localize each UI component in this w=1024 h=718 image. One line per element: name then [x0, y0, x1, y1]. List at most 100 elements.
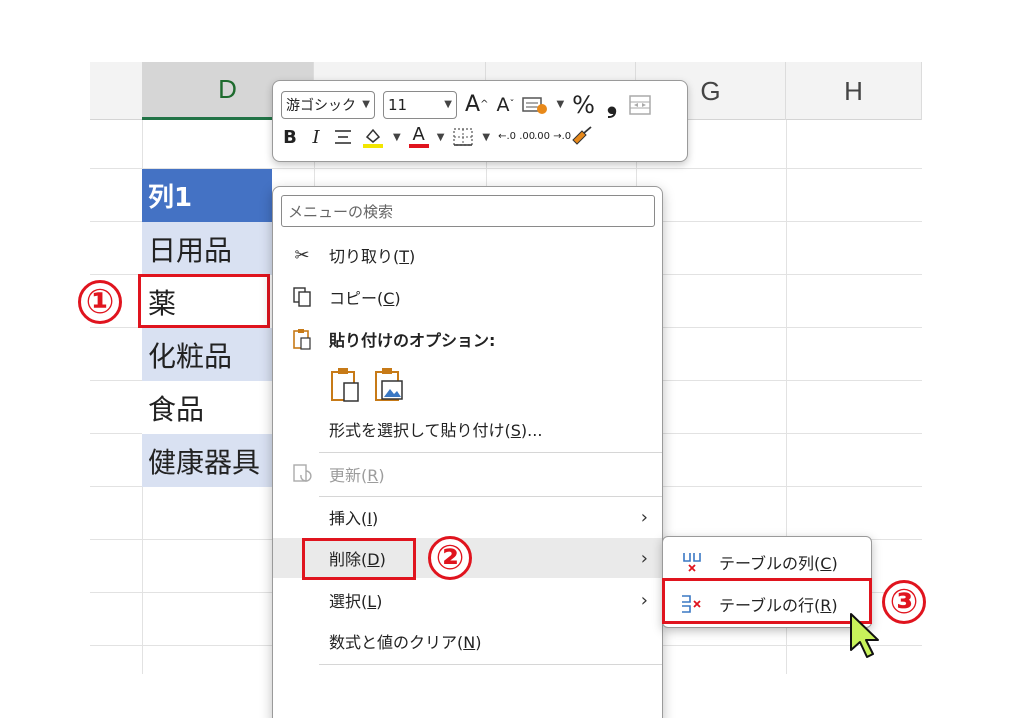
menu-item-label-tail: )...: [520, 421, 543, 440]
menu-item-label-tail: ): [475, 633, 482, 652]
menu-item-label: 更新(: [329, 466, 368, 485]
mouse-cursor-icon: [848, 612, 888, 664]
menu-item-label: 数式と値のクリア(: [329, 633, 464, 652]
chevron-right-icon: ›: [640, 547, 648, 569]
scissors-icon: ✂: [294, 244, 310, 266]
italic-button[interactable]: I: [307, 127, 325, 148]
shrink-font-button[interactable]: Aˇ: [496, 94, 514, 116]
font-size-value: 11: [388, 95, 408, 114]
chevron-down-icon: ▼: [362, 99, 370, 110]
number-format-icon: [522, 96, 548, 114]
format-painter-button[interactable]: [570, 126, 594, 148]
menu-item-select[interactable]: 選択(L) ›: [273, 580, 662, 620]
menu-search-input[interactable]: メニューの検索: [281, 195, 655, 227]
format-painter-icon: [572, 126, 592, 145]
shrink-font-icon: A: [496, 93, 510, 116]
borders-icon: [453, 128, 474, 146]
fill-color-button[interactable]: [361, 125, 385, 149]
callout-number-1: ①: [78, 280, 122, 324]
percent-style-button[interactable]: %: [572, 91, 595, 119]
callout-box-3: [662, 578, 872, 624]
menu-separator: [319, 664, 662, 665]
font-name-value: 游ゴシック: [286, 97, 356, 114]
menu-item-paste-special[interactable]: 形式を選択して貼り付け(S)...: [273, 409, 662, 449]
font-color-button[interactable]: A: [408, 124, 429, 148]
font-color-swatch: [408, 144, 429, 148]
menu-item-insert[interactable]: 挿入(I) ›: [273, 497, 662, 537]
submenu-item-accelerator: C: [820, 554, 832, 573]
submenu-item-table-columns[interactable]: テーブルの列(C): [663, 543, 871, 581]
chevron-down-icon[interactable]: ▼: [437, 132, 445, 143]
menu-item-label: 挿入(: [329, 509, 368, 528]
menu-item-label-tail: ): [376, 592, 383, 611]
grow-font-button[interactable]: A ^: [465, 92, 488, 117]
submenu-item-label-tail: ): [831, 554, 838, 573]
comma-style-button[interactable]: ❟: [603, 89, 621, 120]
menu-item-refresh: 更新(R): [273, 454, 662, 494]
callout-box-2: [302, 538, 416, 580]
paste-icon: [331, 368, 359, 402]
menu-item-paste-options-header: 貼り付けのオプション:: [273, 319, 662, 359]
chevron-down-icon[interactable]: ▼: [393, 132, 401, 143]
delete-table-column-icon: [679, 550, 705, 574]
menu-item-label-tail: ): [394, 289, 401, 308]
table-cell[interactable]: 化粧品: [142, 328, 272, 381]
align-center-button[interactable]: [333, 128, 353, 146]
table-cell[interactable]: 日用品: [142, 222, 272, 275]
menu-item-accelerator: T: [399, 247, 410, 266]
menu-item-accelerator: R: [367, 466, 379, 485]
chevron-down-icon[interactable]: ▼: [482, 132, 490, 143]
increase-decimal-button[interactable]: ←.0 .00: [498, 131, 536, 142]
merge-center-icon[interactable]: [629, 94, 651, 115]
menu-item-accelerator: S: [510, 421, 521, 440]
chevron-right-icon: ›: [640, 506, 648, 528]
number-format-button[interactable]: [522, 95, 548, 115]
menu-item-copy[interactable]: コピー(C): [273, 277, 662, 317]
paste-options-row: [273, 363, 662, 407]
paste-picture-button[interactable]: [373, 367, 407, 407]
callout-number-2: ②: [428, 536, 472, 580]
borders-button[interactable]: [452, 127, 474, 147]
menu-item-label: コピー(: [329, 289, 384, 308]
menu-item-accelerator: L: [367, 592, 377, 611]
fill-color-icon: [363, 128, 383, 148]
font-size-select[interactable]: 11 ▼: [383, 90, 457, 119]
menu-item-label-tail: ): [378, 466, 385, 485]
menu-item-label-tail: ): [409, 247, 416, 266]
menu-item-clear-contents[interactable]: 数式と値のクリア(N): [273, 621, 662, 661]
paste-picture-icon: [375, 368, 403, 401]
paste-button[interactable]: [329, 367, 363, 407]
font-name-select[interactable]: 游ゴシック ▼: [281, 90, 375, 119]
menu-item-label: 切り取り(: [329, 247, 400, 266]
menu-item-accelerator: N: [463, 633, 476, 652]
chevron-right-icon: ›: [640, 589, 648, 611]
table-cell[interactable]: 健康器具: [142, 434, 272, 487]
menu-item-label: 貼り付けのオプション:: [329, 331, 496, 350]
menu-item-label-tail: ): [371, 509, 379, 528]
menu-item-label: 選択(: [329, 592, 368, 611]
decrease-decimal-button[interactable]: .00 →.0: [534, 131, 572, 142]
decrease-decimal-icon: .00 →.0: [534, 131, 572, 142]
font-color-icon: A: [412, 124, 425, 145]
chevron-down-icon: ▼: [444, 99, 452, 110]
chevron-down-icon[interactable]: ▼: [556, 99, 564, 110]
menu-separator: [319, 452, 662, 453]
align-center-icon: [335, 130, 351, 144]
callout-number-3: ③: [882, 580, 926, 624]
menu-item-cut[interactable]: ✂ 切り取り(T): [273, 235, 662, 275]
table-header-cell[interactable]: 列1: [142, 169, 272, 222]
context-menu: メニューの検索 ✂ 切り取り(T) コピー(C) 貼り付けのオプション: 形式を…: [272, 186, 663, 718]
column-header-h[interactable]: H: [786, 62, 922, 120]
mini-toolbar: 游ゴシック ▼ 11 ▼ A ^ Aˇ ▼ % ❟ B I ▼ A ▼ ▼ ←.…: [272, 80, 688, 162]
menu-item-label: 形式を選択して貼り付け(: [329, 421, 511, 440]
menu-search-placeholder: メニューの検索: [288, 202, 394, 221]
bold-button[interactable]: B: [281, 127, 299, 148]
increase-decimal-icon: ←.0 .00: [498, 131, 536, 142]
clipboard-icon: [289, 326, 315, 352]
callout-box-1: [138, 274, 270, 328]
copy-icon: [289, 284, 315, 310]
table-cell[interactable]: 食品: [142, 381, 272, 434]
submenu-item-label: テーブルの列(: [719, 554, 821, 573]
refresh-icon: [289, 461, 315, 487]
menu-item-accelerator: C: [383, 289, 395, 308]
